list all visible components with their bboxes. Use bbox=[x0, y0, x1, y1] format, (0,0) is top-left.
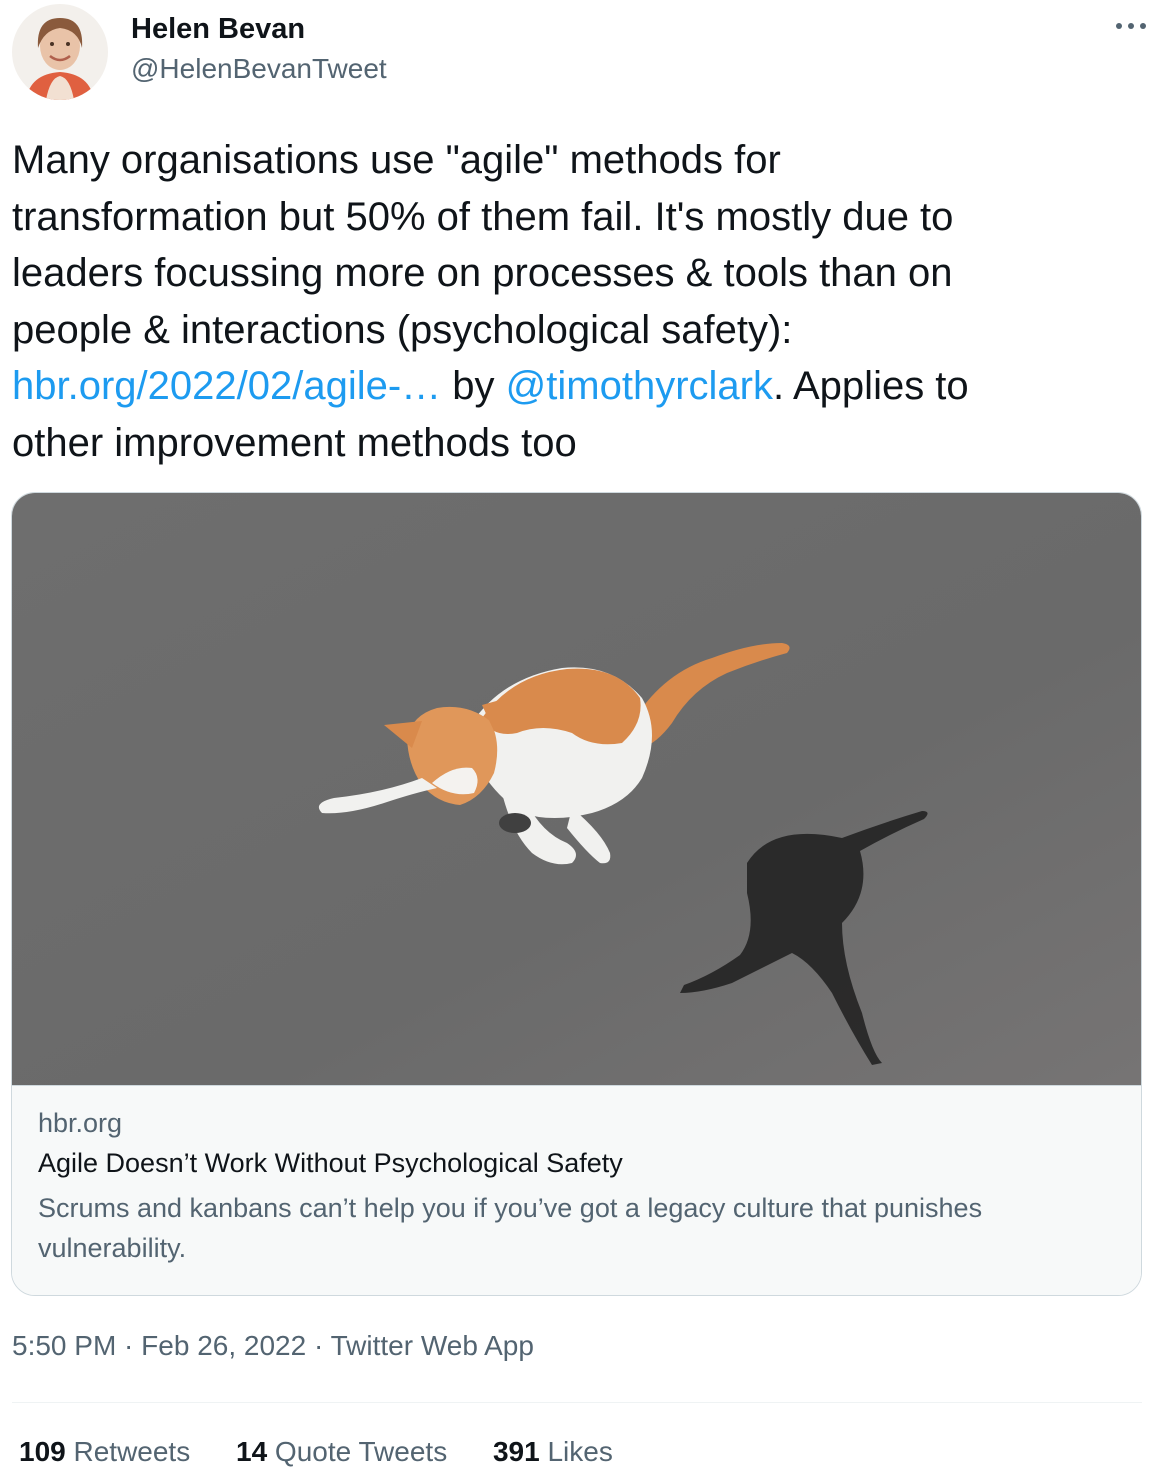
tweet-line: transformation but 50% of them fail. It'… bbox=[12, 194, 954, 239]
link-preview-card[interactable]: hbr.org Agile Doesn’t Work Without Psych… bbox=[11, 492, 1142, 1296]
tweet-time[interactable]: 5:50 PM bbox=[12, 1330, 116, 1361]
kitten-jumping-photo-icon bbox=[12, 493, 1141, 1085]
more-options-button[interactable] bbox=[1114, 16, 1148, 36]
card-domain: hbr.org bbox=[38, 1108, 123, 1138]
retweets-stat[interactable]: 109 Retweets bbox=[19, 1436, 190, 1468]
likes-stat[interactable]: 391 Likes bbox=[493, 1436, 613, 1468]
tweet-line: hbr.org/2022/02/agile-… by @timothyrclar… bbox=[12, 358, 1152, 415]
tweet-line: other improvement methods too bbox=[12, 420, 577, 465]
card-description: Scrums and kanbans can’t help you if you… bbox=[38, 1193, 983, 1263]
tweet-line: people & interactions (psychological saf… bbox=[12, 307, 793, 352]
meta-separator: · bbox=[116, 1330, 142, 1361]
tweet-text: Many organisations use "agile" methods f… bbox=[12, 132, 1152, 471]
tweet-line: leaders focussing more on processes & to… bbox=[12, 251, 953, 295]
avatar[interactable] bbox=[12, 4, 108, 100]
tweet-text-by: by bbox=[441, 364, 506, 408]
tweet-line: Many organisations use "agile" methods f… bbox=[12, 138, 781, 182]
author-name[interactable]: Helen Bevan bbox=[131, 13, 305, 46]
article-link[interactable]: hbr.org/2022/02/agile-… bbox=[12, 364, 441, 408]
likes-label: Likes bbox=[539, 1436, 613, 1467]
quote-tweets-label: Quote Tweets bbox=[267, 1436, 448, 1467]
tweet-text-after: . Applies to bbox=[772, 364, 969, 408]
divider bbox=[12, 1402, 1142, 1403]
mention-link[interactable]: @timothyrclark bbox=[506, 364, 773, 408]
tweet-date[interactable]: Feb 26, 2022 bbox=[141, 1330, 306, 1361]
retweets-label: Retweets bbox=[65, 1436, 191, 1467]
meta-separator: · bbox=[306, 1330, 331, 1361]
tweet-meta: 5:50 PM · Feb 26, 2022 · Twitter Web App bbox=[12, 1330, 534, 1362]
tweet-source[interactable]: Twitter Web App bbox=[331, 1330, 534, 1361]
quote-tweets-count: 14 bbox=[236, 1436, 268, 1467]
card-image[interactable] bbox=[12, 493, 1141, 1086]
profile-photo-icon bbox=[12, 4, 108, 100]
author-handle[interactable]: @HelenBevanTweet bbox=[131, 53, 387, 85]
tweet-stats: 109 Retweets 14 Quote Tweets 391 Likes bbox=[19, 1436, 651, 1468]
quote-tweets-stat[interactable]: 14 Quote Tweets bbox=[236, 1436, 447, 1468]
card-title: Agile Doesn’t Work Without Psychological… bbox=[38, 1148, 623, 1178]
more-options-icon bbox=[1116, 23, 1146, 29]
likes-count: 391 bbox=[492, 1436, 540, 1467]
retweets-count: 109 bbox=[19, 1436, 66, 1467]
card-meta[interactable]: hbr.org Agile Doesn’t Work Without Psych… bbox=[12, 1086, 1141, 1295]
